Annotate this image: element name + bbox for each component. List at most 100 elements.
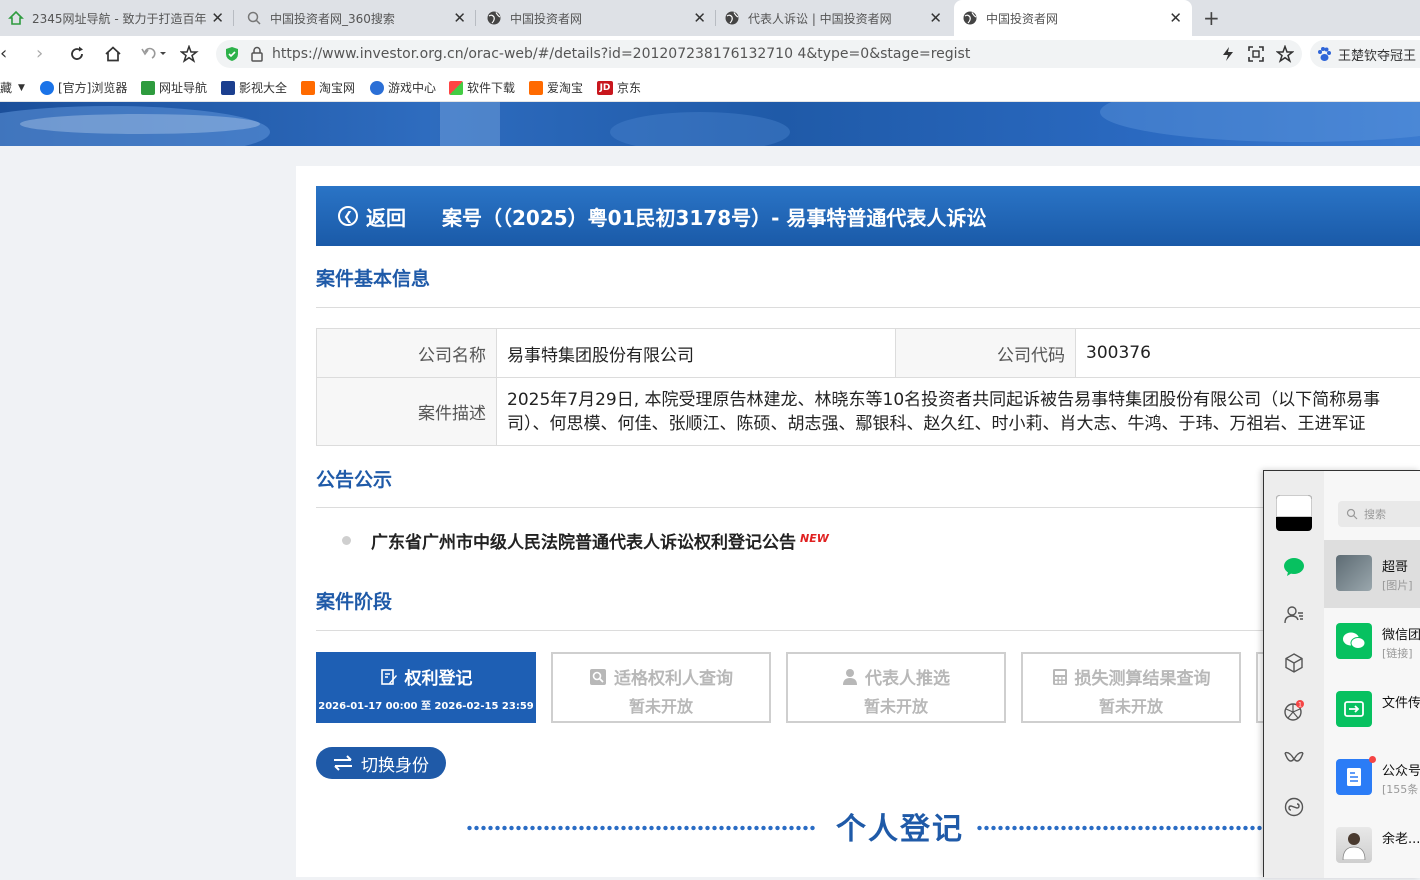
switch-identity-label: 切换身份	[361, 751, 429, 776]
section-title-stages: 案件阶段	[316, 587, 392, 614]
close-icon[interactable]: ✕	[1169, 10, 1182, 26]
wechat-user-avatar[interactable]	[1276, 495, 1312, 531]
wechat-search-input[interactable]: 搜索	[1338, 501, 1420, 527]
wechat-chat-item[interactable]: 文件传	[1324, 676, 1420, 744]
url-text[interactable]: https://www.investor.org.cn/orac-web/#/d…	[272, 46, 970, 62]
jd-icon: JD	[597, 81, 613, 95]
official-accounts-icon	[1336, 759, 1372, 795]
channels-icon[interactable]	[1283, 748, 1305, 770]
e-browser-icon	[40, 81, 54, 95]
stage-eligible-query[interactable]: 适格权利人查询 暂未开放	[551, 652, 771, 723]
screenshot-icon[interactable]	[1248, 46, 1264, 62]
stage-status: 暂未开放	[553, 693, 769, 717]
bookmark-nav[interactable]: 网址导航	[141, 79, 207, 96]
divider	[316, 630, 1420, 631]
case-desc-value: 2025年7月29日, 本院受理原告林建龙、林晓东等10名投资者共同起诉被告易事…	[497, 378, 1420, 446]
bookmark-label: 京东	[617, 79, 641, 96]
favorites-icon[interactable]	[180, 45, 200, 63]
game-icon	[370, 81, 384, 95]
person-icon	[842, 668, 858, 686]
bookmark-label: [官方]浏览器	[58, 79, 127, 96]
collections-icon[interactable]	[1283, 652, 1305, 674]
address-bar-row: ‹ › https://www.investor.org.cn/orac-web…	[0, 36, 1420, 72]
tab-title: 中国投资者网	[986, 10, 1156, 27]
chat-preview: [155条	[1382, 781, 1418, 797]
forward-icon[interactable]: ›	[36, 44, 43, 64]
site-banner	[0, 102, 1420, 146]
tab-360search[interactable]: 中国投资者网_360搜索 ✕	[238, 0, 476, 36]
back-icon[interactable]: ‹	[0, 44, 7, 64]
close-icon[interactable]: ✕	[211, 10, 224, 26]
bookmarks-bar: 藏▼ [官方]浏览器 网址导航 影视大全 淘宝网 游戏中心 软件下载 爱淘宝 J…	[0, 72, 1420, 102]
taobao-icon	[301, 81, 315, 95]
switch-identity-button[interactable]: 切换身份	[316, 747, 446, 779]
search-icon	[246, 10, 262, 26]
notice-title[interactable]: 广东省广州市中级人民法院普通代表人诉讼权利登记公告	[371, 528, 796, 553]
new-tab-icon[interactable]: +	[1203, 6, 1220, 30]
stage-representative-election[interactable]: 代表人推选 暂未开放	[786, 652, 1006, 723]
chat-icon[interactable]	[1283, 556, 1305, 578]
mini-programs-icon[interactable]	[1283, 796, 1305, 818]
stage-title: 损失测算结果查询	[1075, 664, 1211, 689]
edit-doc-icon	[380, 668, 398, 686]
reload-icon[interactable]	[68, 45, 86, 63]
paw-icon	[1316, 46, 1332, 62]
tab-title: 中国投资者网_360搜索	[270, 10, 440, 27]
bookmark-games[interactable]: 游戏中心	[370, 79, 436, 96]
bookmark-aitaobao[interactable]: 爱淘宝	[529, 79, 583, 96]
contacts-icon[interactable]	[1283, 604, 1305, 626]
star-icon[interactable]	[1276, 45, 1294, 63]
hot-search-text: 王楚钦夺冠王	[1338, 45, 1416, 64]
back-button[interactable]: ❮ 返回	[338, 202, 406, 231]
case-desc-line: 司）、何思模、何佳、张顺江、陈硕、胡志强、鄢银科、赵久红、时小莉、肖大志、牛鸿、…	[507, 412, 1410, 436]
tab-investor-active[interactable]: 中国投资者网 ✕	[954, 0, 1192, 36]
wechat-chat-item[interactable]: 余老...	[1324, 812, 1420, 880]
close-icon[interactable]: ✕	[693, 10, 706, 26]
shield-icon	[224, 46, 240, 62]
notice-item[interactable]: 广东省广州市中级人民法院普通代表人诉讼权利登记公告 NEW	[342, 528, 829, 553]
lightning-icon[interactable]	[1220, 46, 1236, 62]
home-icon[interactable]	[104, 45, 122, 63]
wechat-chat-item[interactable]: 公众号 [155条	[1324, 744, 1420, 812]
avatar	[1336, 827, 1372, 863]
bookmark-video[interactable]: 影视大全	[221, 79, 287, 96]
stage-rights-registration[interactable]: 权利登记 2026-01-17 00:00 至 2026-02-15 23:59	[316, 652, 536, 723]
omnibox[interactable]: https://www.investor.org.cn/orac-web/#/d…	[216, 40, 1302, 68]
undo-icon[interactable]	[140, 46, 166, 62]
wechat-window: 1 搜索 超哥 [图片] 微信团 [链接] 文件	[1263, 470, 1420, 877]
company-name-label: 公司名称	[317, 329, 497, 378]
wechat-chat-item[interactable]: 超哥 [图片]	[1324, 540, 1420, 608]
bookmark-official-browser[interactable]: [官方]浏览器	[40, 79, 127, 96]
tab-representative-litigation[interactable]: 代表人诉讼 | 中国投资者网 ✕	[716, 0, 952, 36]
unread-dot	[1369, 756, 1376, 763]
case-desc-line: 2025年7月29日, 本院受理原告林建龙、林晓东等10名投资者共同起诉被告易事…	[507, 388, 1410, 412]
bookmark-taobao[interactable]: 淘宝网	[301, 79, 355, 96]
baidu-hot-search[interactable]: 王楚钦夺冠王	[1310, 40, 1420, 68]
bookmark-label: 软件下载	[467, 79, 515, 96]
new-badge: NEW	[800, 532, 829, 545]
stage-title: 权利登记	[405, 664, 473, 689]
moments-icon[interactable]: 1	[1283, 700, 1305, 722]
case-detail-panel: ❮ 返回 案号（（2025）粤01民初3178号）- 易事特普通代表人诉讼 案件…	[296, 166, 1420, 877]
wechat-chat-item[interactable]: 微信团 [链接]	[1324, 608, 1420, 676]
bookmark-software[interactable]: 软件下载	[449, 79, 515, 96]
bookmark-collection[interactable]: 藏▼	[0, 79, 25, 96]
tab-2345[interactable]: 2345网址导航 - 致力于打造百年 ✕	[0, 0, 234, 36]
dotted-rule	[466, 825, 816, 831]
tab-investor-1[interactable]: 中国投资者网 ✕	[478, 0, 716, 36]
back-label: 返回	[366, 202, 406, 231]
house-icon	[141, 81, 155, 95]
banner-decoration	[0, 102, 1420, 146]
stage-period: 2026-01-17 00:00 至 2026-02-15 23:59	[318, 697, 534, 712]
tab-title: 代表人诉讼 | 中国投资者网	[748, 10, 918, 27]
tab-title: 2345网址导航 - 致力于打造百年	[32, 10, 210, 27]
company-name-value: 易事特集团股份有限公司	[497, 329, 896, 378]
register-title: 个人登记	[836, 804, 964, 848]
stage-loss-calculation[interactable]: 损失测算结果查询 暂未开放	[1021, 652, 1241, 723]
bookmark-jd[interactable]: JD 京东	[597, 79, 641, 96]
taobao-icon	[529, 81, 543, 95]
chat-name: 超哥	[1382, 556, 1408, 575]
close-icon[interactable]: ✕	[929, 10, 942, 26]
bookmark-label: 网址导航	[159, 79, 207, 96]
close-icon[interactable]: ✕	[453, 10, 466, 26]
